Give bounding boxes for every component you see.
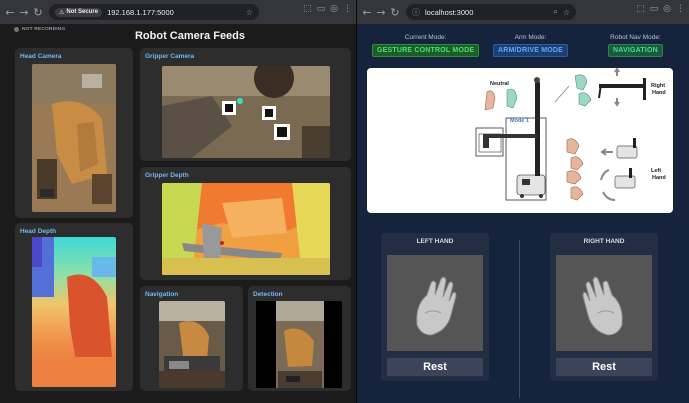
left-hand-title: LEFT HAND <box>416 238 454 245</box>
head-camera-card: Head Camera <box>15 48 133 218</box>
search-icon[interactable]: ⌕ <box>553 7 557 17</box>
current-mode-indicator: Current Mode: GESTURE CONTROL MODE <box>372 34 480 57</box>
neutral-label: Neutral <box>490 81 509 87</box>
forward-arrow-icon[interactable]: → <box>374 6 388 19</box>
screen: ← → ↻ ⚠ Not Secure 192.168.1.177:5000 ☆ … <box>0 0 689 403</box>
back-arrow-icon[interactable]: ← <box>360 6 374 19</box>
mode1-label: Mode 1 <box>510 118 529 124</box>
arm-mode-badge: ARM/DRIVE MODE <box>493 44 569 57</box>
right-hand-label-1: Right <box>651 83 665 89</box>
profile-icon[interactable]: ◎ <box>330 4 338 14</box>
neutral-left-hand-icon <box>484 90 496 111</box>
gripper-camera-feed <box>162 66 330 158</box>
browser-toolbar: ← → ↻ ⚠ Not Secure 192.168.1.177:5000 ☆ … <box>0 0 356 24</box>
extensions-icon[interactable]: ⬚ <box>636 4 645 14</box>
detection-card: Detection <box>248 286 351 391</box>
right-hand-view <box>556 255 652 351</box>
detection-label: Detection <box>253 291 283 298</box>
hands-divider <box>519 240 520 398</box>
extensions-icon[interactable]: ⬚ <box>303 4 312 14</box>
star-icon[interactable]: ☆ <box>246 8 253 17</box>
current-mode-badge: GESTURE CONTROL MODE <box>372 44 480 57</box>
navigation-label: Navigation <box>145 291 179 298</box>
right-hand-gesture-2-icon <box>578 92 592 107</box>
left-arrow-icon <box>600 148 613 156</box>
nav-mode-label: Robot Nav Mode: <box>610 34 661 41</box>
address-bar[interactable]: ⚠ Not Secure 192.168.1.177:5000 ☆ <box>49 4 259 20</box>
right-hand-panel: RIGHT HAND Rest <box>550 233 658 381</box>
nav-mode-badge: NAVIGATION <box>608 44 663 57</box>
star-icon[interactable]: ☆ <box>563 8 570 17</box>
robot-mast-icon <box>535 82 540 176</box>
address-bar-right[interactable]: ⓘ localhost:3000 ⌕ ☆ <box>406 4 576 20</box>
gripper-depth-label: Gripper Depth <box>145 172 189 179</box>
arm-motion-graphic <box>599 84 645 88</box>
neutral-right-hand-icon <box>506 88 518 109</box>
left-hand-panel: LEFT HAND Rest <box>381 233 489 381</box>
left-hand-gesture-3-icon <box>566 170 582 185</box>
up-arrow-icon <box>614 67 620 76</box>
browser-toolbar-right: ← → ↻ ⓘ localhost:3000 ⌕ ☆ ⬚ ▭ ◎ ⋮ <box>357 0 689 24</box>
gripper-depth-card: Gripper Depth <box>140 167 351 280</box>
gesture-diagram: Mode 1 Neutral Right Hand Left Hand <box>367 67 673 213</box>
left-hand-model-icon <box>416 276 457 336</box>
reload-icon[interactable]: ↻ <box>388 6 402 19</box>
robot-base-icon <box>516 174 546 196</box>
head-depth-feed <box>32 237 116 387</box>
address-text: 192.168.1.177:5000 <box>107 7 174 17</box>
right-hand-gesture-1-icon <box>574 74 588 91</box>
right-hand-title: RIGHT HAND <box>583 238 625 245</box>
gripper-depth-feed <box>162 183 330 275</box>
down-arrow-icon <box>614 98 620 107</box>
recording-label: NOT RECORDING <box>22 27 66 32</box>
page-info-icon[interactable]: ⓘ <box>412 7 420 18</box>
security-label: Not Secure <box>66 9 99 15</box>
menu-dots-icon[interactable]: ⋮ <box>676 4 685 14</box>
robot-arm-icon <box>483 134 537 138</box>
back-arrow-icon[interactable]: ← <box>3 6 17 19</box>
menu-dots-icon[interactable]: ⋮ <box>343 4 352 14</box>
detection-feed <box>256 301 342 388</box>
head-depth-card: Head Depth <box>15 223 133 391</box>
left-hand-label-1: Left <box>651 168 661 174</box>
camera-feeds-window: ← → ↻ ⚠ Not Secure 192.168.1.177:5000 ☆ … <box>0 0 356 403</box>
left-hand-gesture-1-icon <box>566 138 580 155</box>
left-hand-state: Rest <box>387 358 483 376</box>
left-hand-gesture-4-icon <box>570 186 584 201</box>
right-hand-model-icon <box>582 276 623 336</box>
navigation-card: Navigation <box>140 286 243 391</box>
right-hand-state: Rest <box>556 358 652 376</box>
gripper-camera-card: Gripper Camera <box>140 48 351 161</box>
tab-search-icon[interactable]: ▭ <box>650 4 659 14</box>
address-text-right: localhost:3000 <box>425 7 474 17</box>
left-hand-label-2: Hand <box>652 175 666 181</box>
arm-mode-label: Arm Mode: <box>514 34 547 41</box>
reload-icon[interactable]: ↻ <box>31 6 45 19</box>
tab-search-icon[interactable]: ▭ <box>317 4 326 14</box>
nav-mode-indicator: Robot Nav Mode: NAVIGATION <box>608 34 663 57</box>
head-depth-label: Head Depth <box>20 228 57 235</box>
profile-icon[interactable]: ◎ <box>663 4 671 14</box>
recording-dot-icon <box>14 27 19 32</box>
page-title: Robot Camera Feeds <box>134 30 246 42</box>
current-mode-label: Current Mode: <box>404 34 447 41</box>
rotate-arrow-icon <box>600 169 610 181</box>
left-hand-gesture-2-icon <box>570 156 584 171</box>
warning-icon: ⚠ <box>59 8 65 16</box>
arm-mode-indicator: Arm Mode: ARM/DRIVE MODE <box>493 34 569 57</box>
left-hand-view <box>387 255 483 351</box>
gripper-camera-label: Gripper Camera <box>145 53 195 60</box>
recording-status: NOT RECORDING <box>14 27 65 32</box>
gesture-diagram-svg: Mode 1 Neutral Right Hand Left Hand <box>475 67 666 201</box>
rotate-arrow-2-icon <box>602 191 616 201</box>
head-camera-label: Head Camera <box>20 53 62 60</box>
security-chip[interactable]: ⚠ Not Secure <box>55 7 103 17</box>
forward-arrow-icon[interactable]: → <box>17 6 31 19</box>
navigation-feed <box>159 301 225 388</box>
head-camera-feed <box>32 64 116 212</box>
right-hand-label-2: Hand <box>652 90 666 96</box>
